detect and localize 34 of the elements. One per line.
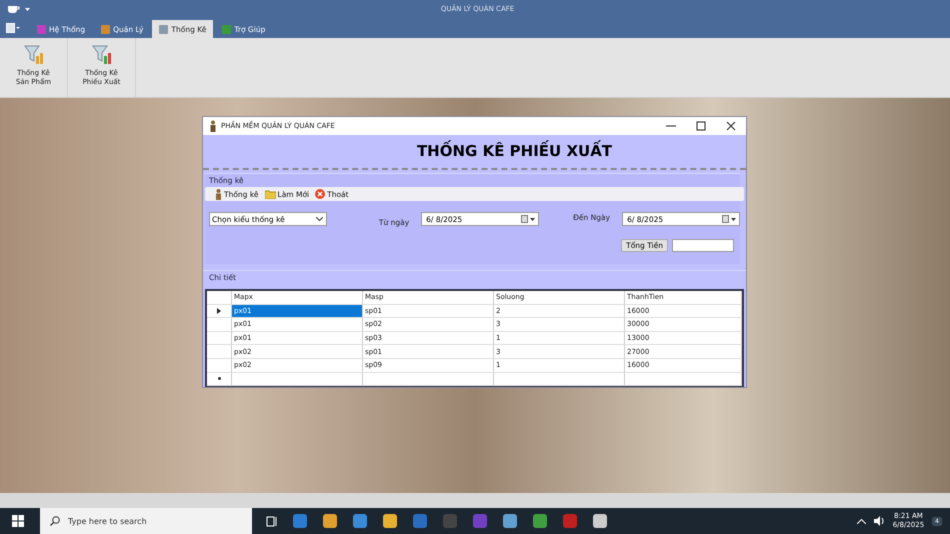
taskbar-app-icon[interactable]	[532, 513, 548, 529]
close-icon[interactable]	[726, 120, 736, 131]
funnel-chart-icon	[24, 44, 44, 66]
coffee-cup-icon[interactable]	[6, 4, 20, 14]
total-field[interactable]	[672, 239, 734, 252]
taskbar-app-icon[interactable]	[352, 513, 368, 529]
funnel-chart-icon	[92, 44, 112, 66]
folder-icon	[264, 190, 276, 198]
tab-icon	[37, 24, 46, 34]
calendar-dropdown-icon	[722, 215, 736, 223]
dropdown-caret-icon[interactable]	[25, 8, 30, 10]
figure-icon	[215, 188, 222, 200]
maximize-icon[interactable]	[696, 120, 706, 131]
tab-icon	[222, 24, 232, 34]
chevron-up-icon[interactable]	[856, 518, 866, 524]
taskbar-app-icon[interactable]	[592, 513, 608, 529]
tab-icon	[159, 24, 168, 34]
speaker-icon[interactable]	[874, 516, 885, 526]
close-circle-icon	[315, 189, 326, 199]
dialog-heading: THỐNG KÊ PHIẾU XUẤT	[416, 142, 612, 160]
task-view-icon[interactable]	[266, 516, 278, 526]
search-icon	[50, 516, 60, 526]
taskbar-app-icon[interactable]	[322, 513, 338, 529]
taskbar-search-field[interactable]: Type here to search	[40, 508, 252, 534]
tab-icon	[101, 24, 110, 34]
new-row-icon	[218, 377, 220, 380]
windows-start-icon[interactable]	[12, 515, 24, 527]
current-row-icon	[217, 308, 221, 314]
taskbar-app-icon[interactable]	[382, 513, 398, 529]
figure-icon	[209, 120, 217, 132]
chevron-down-icon	[316, 217, 323, 221]
application-menu-icon[interactable]	[6, 23, 20, 33]
taskbar-app-icon[interactable]	[502, 513, 518, 529]
calendar-dropdown-icon	[521, 215, 536, 223]
